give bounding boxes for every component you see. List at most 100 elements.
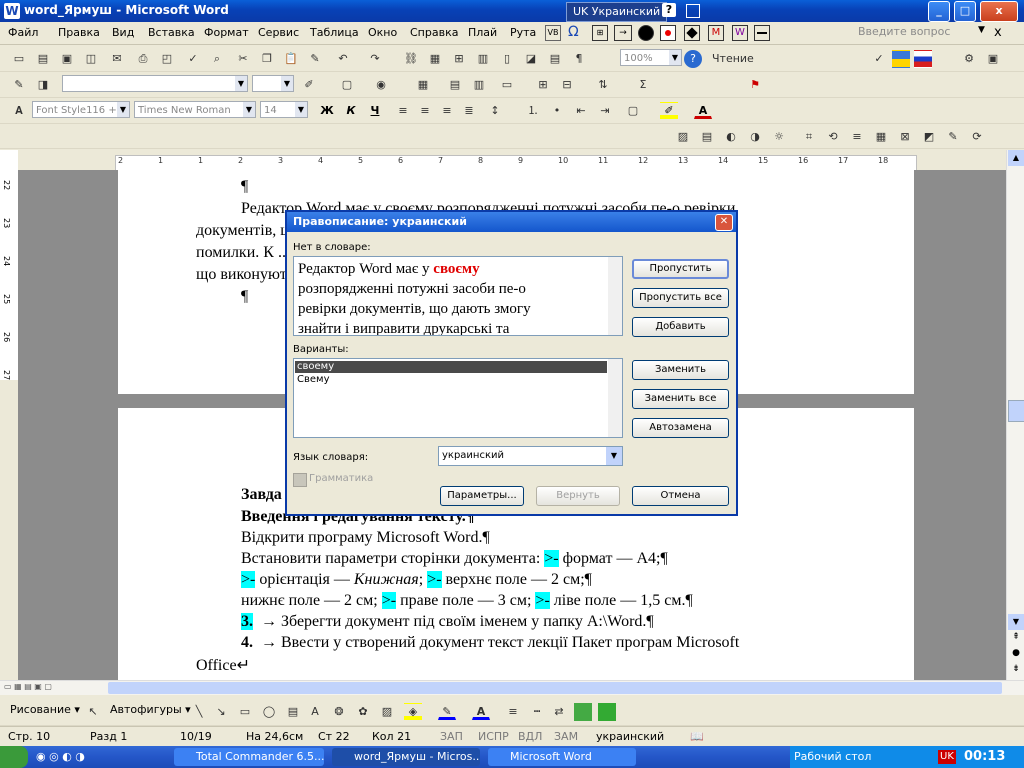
tool-icon[interactable]: ⚙ <box>960 50 978 68</box>
distribute-cols-icon[interactable]: ⊟ <box>558 76 576 94</box>
numbering-icon[interactable]: ⒈ <box>524 102 542 120</box>
font-size-select[interactable]: 14 ▼ <box>260 101 308 118</box>
scroll-thumb[interactable] <box>1008 400 1024 422</box>
line-style-2-icon[interactable]: ≡ <box>504 703 522 721</box>
3d-icon[interactable] <box>598 703 616 721</box>
help-dropdown-icon[interactable]: ▼ <box>978 25 985 35</box>
underline-button[interactable]: Ч <box>366 102 384 120</box>
language-indicator[interactable]: UK Украинский <box>566 2 668 22</box>
menu-tools[interactable]: Сервис <box>258 26 299 39</box>
email-icon[interactable]: ✉ <box>108 50 126 68</box>
diamond-icon[interactable] <box>684 25 700 41</box>
next-page-icon[interactable]: ⇟ <box>1008 664 1024 678</box>
line-style-icon[interactable]: ≡ <box>848 128 866 146</box>
menu-ruta[interactable]: Рута <box>510 26 536 39</box>
drawing-icon[interactable]: ◪ <box>522 50 540 68</box>
split-cells-icon[interactable]: ▥ <box>470 76 488 94</box>
font-color-icon[interactable]: A <box>694 102 712 119</box>
task-microsoft-word[interactable]: Microsoft Word <box>488 748 636 766</box>
arrow-style-icon[interactable]: ⇄ <box>550 703 568 721</box>
zoom-select[interactable]: 100% ▼ <box>620 49 682 66</box>
menu-edit[interactable]: Правка <box>58 26 100 39</box>
wrap-text-icon[interactable]: ⊠ <box>896 128 914 146</box>
drawing-menu[interactable]: Рисование ▾ <box>10 703 80 716</box>
status-overtype[interactable]: ЗАМ <box>554 730 578 743</box>
red-dot-icon[interactable] <box>660 25 676 41</box>
variant-selected[interactable]: своему <box>295 361 607 373</box>
fill-icon[interactable]: ◉ <box>372 76 390 94</box>
menu-help[interactable]: Справка <box>410 26 458 39</box>
menu-plai[interactable]: Плай <box>468 26 497 39</box>
more-contrast-icon[interactable]: ◐ <box>722 128 740 146</box>
close-window-button[interactable]: x <box>980 1 1018 22</box>
not-in-dict-textbox[interactable]: Редактор Word має у своєму розпорядженні… <box>293 256 623 336</box>
cancel-button[interactable]: Отмена <box>632 486 729 506</box>
size-select-2[interactable]: ▼ <box>252 75 294 92</box>
drawing-font-color-icon[interactable]: A <box>472 703 490 720</box>
dash-style-icon[interactable]: ┅ <box>528 703 546 721</box>
flag-icon[interactable]: ⚑ <box>746 76 764 94</box>
style-select-2[interactable]: ▼ <box>62 75 248 92</box>
close-document-button[interactable]: x <box>994 25 1002 40</box>
spelling-icon[interactable]: ✓ <box>184 50 202 68</box>
previous-page-icon[interactable]: ⇞ <box>1008 632 1024 646</box>
select-browse-icon[interactable]: ● <box>1008 648 1024 662</box>
variants-list[interactable]: своему Свему <box>293 358 623 438</box>
bullets-icon[interactable]: • <box>548 102 566 120</box>
insert-table-icon[interactable]: ⊞ <box>450 50 468 68</box>
word-app-icon[interactable]: W <box>4 3 20 19</box>
horizontal-ruler[interactable]: 2 1 1 2 3 4 5 6 7 8 9 10 11 12 13 14 15 16 17 18 <box>115 155 917 171</box>
horizontal-scrollbar[interactable]: ▭ ▦ ▤ ▣ ▢ <box>0 680 1024 695</box>
transparent-color-icon[interactable]: ✎ <box>944 128 962 146</box>
insert-picture-icon[interactable]: ▨ <box>674 128 692 146</box>
skip-button[interactable]: Пропустить <box>632 259 729 279</box>
arrow-tool-icon[interactable]: ↘ <box>212 703 230 721</box>
m-icon[interactable]: M <box>708 25 724 41</box>
menu-table[interactable]: Таблица <box>310 26 359 39</box>
decrease-indent-icon[interactable]: ⇤ <box>572 102 590 120</box>
status-record[interactable]: ЗАП <box>440 730 463 743</box>
reset-picture-icon[interactable]: ⟳ <box>968 128 986 146</box>
outside-border-icon[interactable]: ▢ <box>624 102 642 120</box>
russia-flag-icon[interactable] <box>914 50 932 68</box>
language-help-icon[interactable]: ? <box>662 3 676 17</box>
sum-icon[interactable]: Σ <box>634 76 652 94</box>
permission-icon[interactable]: ◫ <box>82 50 100 68</box>
menu-format[interactable]: Формат <box>204 26 249 39</box>
less-contrast-icon[interactable]: ◑ <box>746 128 764 146</box>
merge-cells-icon[interactable]: ▤ <box>446 76 464 94</box>
scroll-down-button[interactable]: ▼ <box>1008 614 1024 630</box>
align-right-icon[interactable]: ≡ <box>438 102 456 120</box>
picture-icon[interactable]: ▨ <box>378 703 396 721</box>
format-painter-icon[interactable]: ✎ <box>306 50 324 68</box>
redo-icon[interactable]: ↷ <box>366 50 384 68</box>
vb-icon[interactable]: VB <box>545 25 561 41</box>
w-icon[interactable]: W <box>732 25 748 41</box>
borders-icon[interactable]: ▢ <box>338 76 356 94</box>
menu-window[interactable]: Окно <box>368 26 397 39</box>
start-button[interactable] <box>0 746 28 768</box>
line-icon[interactable] <box>754 25 770 41</box>
add-button[interactable]: Добавить <box>632 317 729 337</box>
italic-button[interactable]: К <box>342 102 360 120</box>
clipart-icon[interactable]: ✿ <box>354 703 372 721</box>
autocorrect-button[interactable]: Автозамена <box>632 418 729 438</box>
spelling-status-icon[interactable]: 📖 <box>690 730 704 743</box>
copy-icon[interactable]: ❐ <box>258 50 276 68</box>
fill-color-icon[interactable]: ◈ <box>404 703 422 721</box>
bold-button[interactable]: Ж <box>318 102 336 120</box>
textbox-icon[interactable]: ▤ <box>284 703 302 721</box>
shadow-icon[interactable] <box>574 703 592 721</box>
view-buttons[interactable]: ▭ ▦ ▤ ▣ ▢ <box>4 682 84 694</box>
edit-icon[interactable]: ✎ <box>10 76 28 94</box>
highlight-pen-icon[interactable]: ✐ <box>300 76 318 94</box>
tray-lang[interactable]: UK <box>938 750 956 764</box>
task-word-document[interactable]: word_Ярмуш - Micros... <box>332 748 480 766</box>
styles-pane-icon[interactable]: 𝐀 <box>10 102 28 120</box>
help-search-input[interactable]: Введите вопрос <box>858 25 976 40</box>
brightness-icon[interactable]: ☼ <box>770 128 788 146</box>
replace-button[interactable]: Заменить <box>632 360 729 380</box>
crop-icon[interactable]: ⌗ <box>800 128 818 146</box>
print-preview-icon[interactable]: ◰ <box>158 50 176 68</box>
menu-view[interactable]: Вид <box>112 26 134 39</box>
